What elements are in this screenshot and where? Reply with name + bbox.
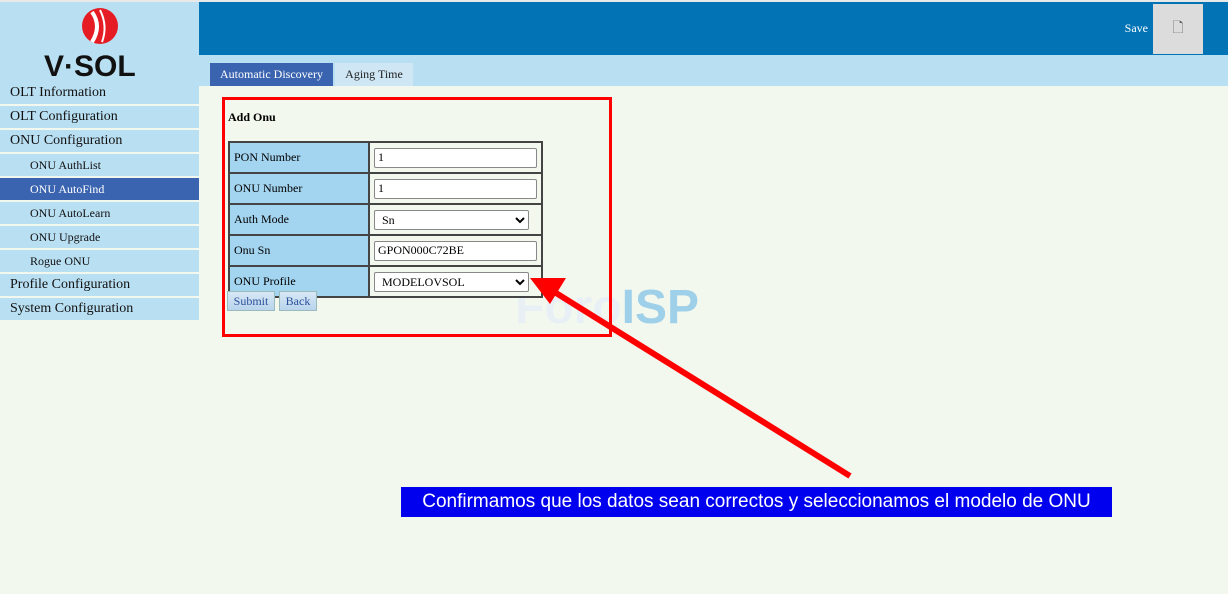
annotation-caption: Confirmamos que los datos sean correctos… [401, 487, 1112, 517]
